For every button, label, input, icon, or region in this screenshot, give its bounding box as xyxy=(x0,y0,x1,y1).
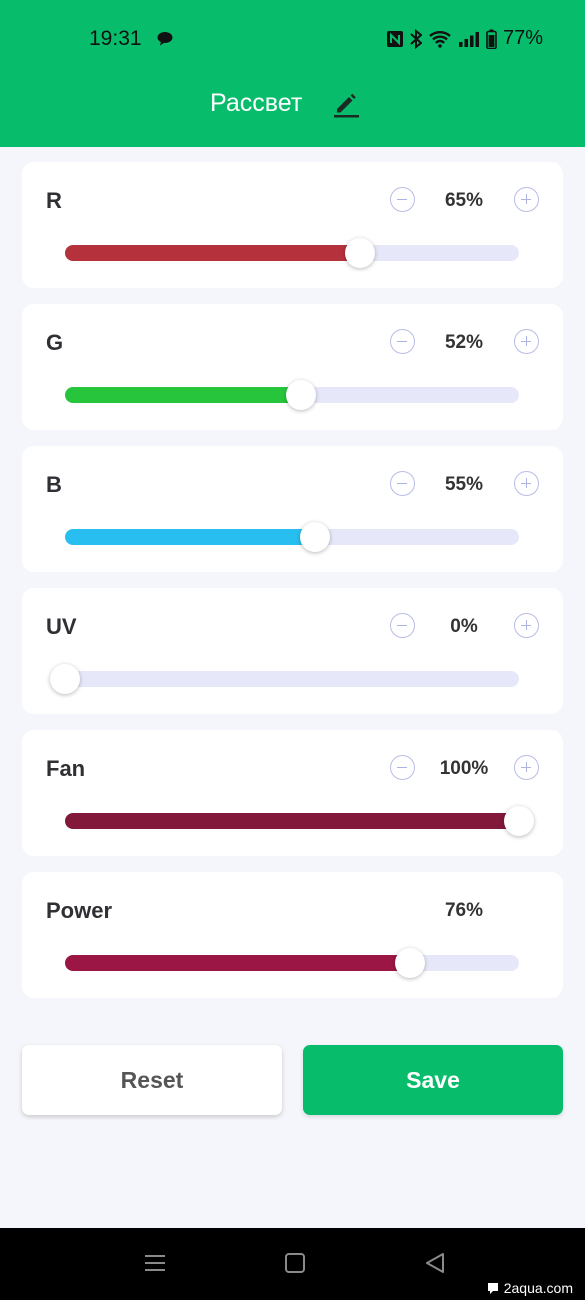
channel-label: UV xyxy=(46,614,77,639)
slider-fill xyxy=(65,955,411,971)
back-triangle-icon[interactable] xyxy=(424,1252,446,1279)
slider-fill xyxy=(65,529,315,545)
save-button[interactable]: Save xyxy=(303,1045,563,1115)
minus-icon[interactable] xyxy=(390,187,415,212)
slider-fill xyxy=(65,813,519,829)
battery-icon xyxy=(486,29,497,49)
channel-value: 76% xyxy=(444,900,484,921)
reset-button[interactable]: Reset xyxy=(22,1045,282,1115)
slider-track[interactable] xyxy=(65,238,519,268)
channel-value: 0% xyxy=(450,616,478,637)
title-row: Рассвет xyxy=(0,88,585,124)
system-nav-bar: 2aqua.com xyxy=(0,1228,585,1300)
plus-icon[interactable] xyxy=(514,329,539,354)
channel-label: B xyxy=(46,472,62,497)
channel-card-fan: Fan 100% xyxy=(22,730,563,856)
slider-track[interactable] xyxy=(65,948,519,978)
plus-icon[interactable] xyxy=(514,187,539,212)
channel-value: 100% xyxy=(439,758,489,779)
battery-percent: 77% xyxy=(502,27,543,49)
watermark-text: 2aqua.com xyxy=(503,1280,573,1296)
channel-card-r: R 65% xyxy=(22,162,563,288)
channel-label: R xyxy=(46,188,62,213)
channel-card-b: B 55% xyxy=(22,446,563,572)
slider-track[interactable] xyxy=(65,806,534,836)
channel-label: Fan xyxy=(46,756,86,781)
slider-thumb[interactable] xyxy=(345,238,376,268)
slider-fill xyxy=(65,387,302,403)
bluetooth-icon xyxy=(410,28,422,49)
plus-icon[interactable] xyxy=(514,613,539,638)
plus-icon[interactable] xyxy=(514,471,539,496)
slider-track[interactable] xyxy=(50,664,519,694)
app-header: 19:31 77% Рассвет xyxy=(0,0,585,147)
message-icon xyxy=(156,31,174,52)
home-square-icon[interactable] xyxy=(284,1252,306,1279)
menu-icon[interactable] xyxy=(144,1252,166,1279)
channel-value: 55% xyxy=(444,474,484,495)
status-icons: 77% xyxy=(386,27,543,50)
slider-track[interactable] xyxy=(65,522,519,552)
channel-label: Power xyxy=(46,898,113,923)
channel-value: 65% xyxy=(444,190,484,211)
slider-fill xyxy=(65,245,361,261)
channel-card-g: G 52% xyxy=(22,304,563,430)
minus-icon[interactable] xyxy=(390,613,415,638)
pencil-icon[interactable] xyxy=(332,90,360,123)
status-time: 19:31 xyxy=(89,27,142,50)
channel-value: 52% xyxy=(444,332,484,353)
minus-icon[interactable] xyxy=(390,755,415,780)
channel-card-uv: UV 0% xyxy=(22,588,563,714)
wifi-icon xyxy=(428,30,452,48)
slider-track[interactable] xyxy=(65,380,519,410)
watermark: 2aqua.com xyxy=(486,1280,573,1296)
channel-card-power: Power 76% xyxy=(22,872,563,998)
page-title: Рассвет xyxy=(210,89,303,117)
watermark-logo-icon xyxy=(487,1283,498,1294)
nfc-icon xyxy=(386,30,404,48)
slider-thumb[interactable] xyxy=(299,522,330,552)
slider-thumb[interactable] xyxy=(286,380,317,410)
minus-icon[interactable] xyxy=(390,471,415,496)
minus-icon[interactable] xyxy=(390,329,415,354)
signal-icon xyxy=(458,31,480,47)
plus-icon[interactable] xyxy=(514,755,539,780)
slider-thumb[interactable] xyxy=(50,664,80,694)
slider-thumb[interactable] xyxy=(504,806,534,836)
channel-label: G xyxy=(46,330,64,355)
slider-thumb[interactable] xyxy=(395,948,426,978)
